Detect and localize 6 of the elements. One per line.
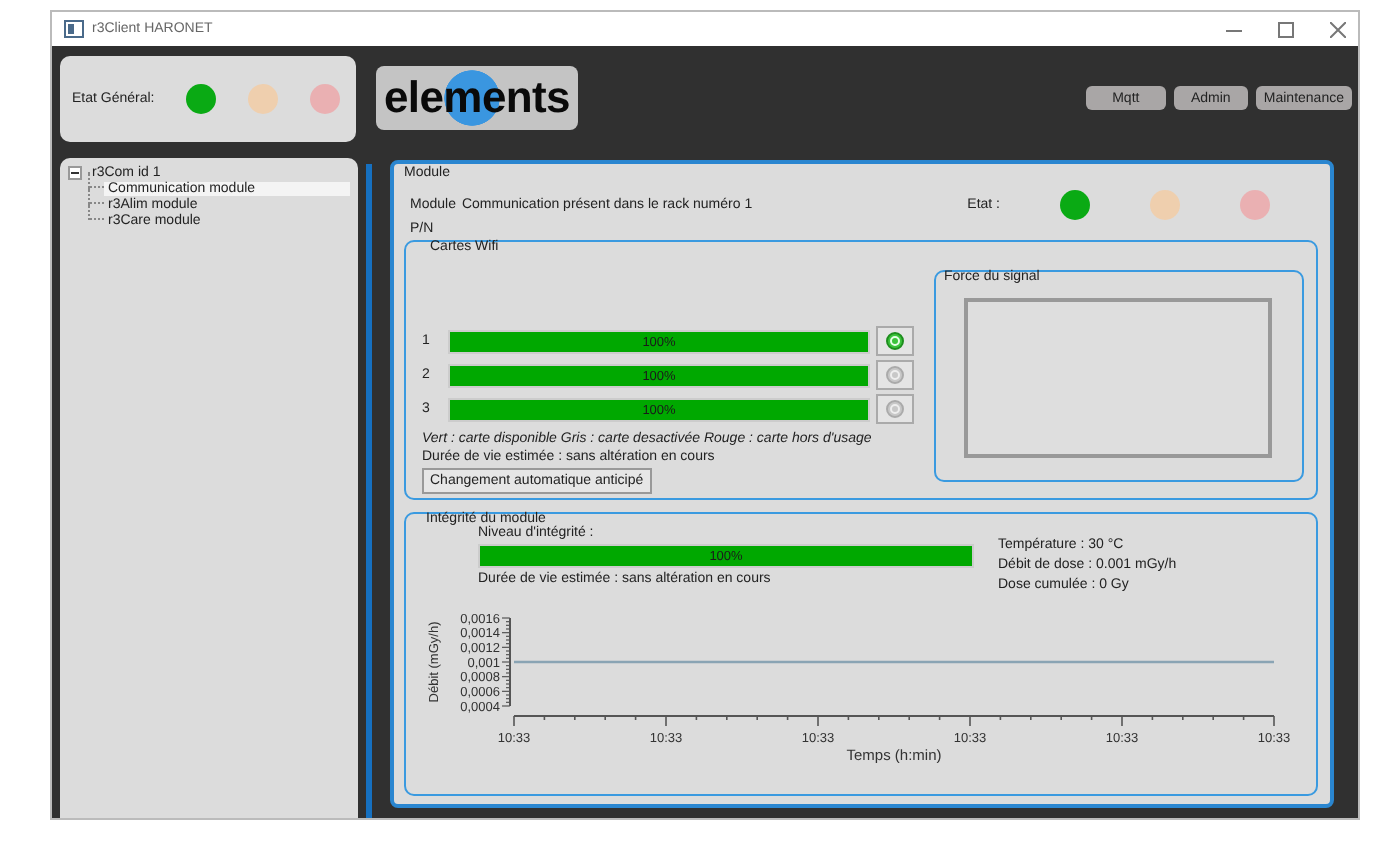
close-icon[interactable] [1330,21,1346,37]
maximize-icon[interactable] [1278,21,1294,37]
collapse-icon[interactable] [68,165,82,179]
power-button[interactable] [876,326,914,356]
y-axis [501,617,511,707]
app-icon [64,20,84,38]
